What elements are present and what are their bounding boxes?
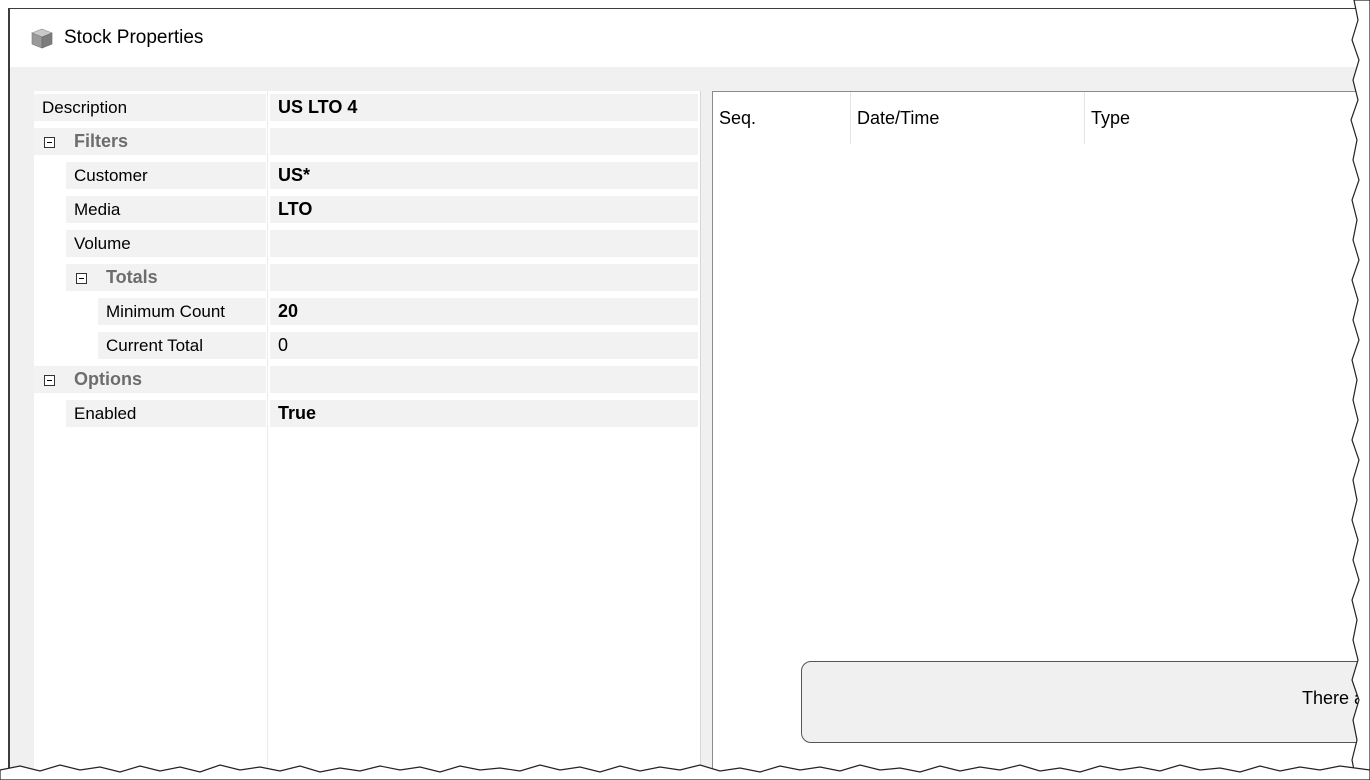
property-row-media[interactable]: Media LTO <box>34 193 698 223</box>
property-name: Media <box>66 196 266 223</box>
collapse-icon[interactable] <box>76 273 87 284</box>
column-header-type[interactable]: Type <box>1085 92 1360 144</box>
property-row-customer[interactable]: Customer US* <box>34 159 698 189</box>
stock-properties-window: Stock Properties Description US LTO 4 Fi… <box>8 8 1360 780</box>
category-row-filters[interactable]: Filters <box>34 125 698 155</box>
property-row-enabled[interactable]: Enabled True <box>34 397 698 427</box>
property-value[interactable]: LTO <box>270 196 698 223</box>
property-name: Volume <box>66 230 266 257</box>
category-label-options: Options <box>74 369 142 389</box>
property-name: Current Total <box>98 332 266 359</box>
collapse-icon[interactable] <box>44 375 55 386</box>
property-value[interactable]: US LTO 4 <box>270 94 698 121</box>
collapse-icon[interactable] <box>44 137 55 148</box>
column-header-seq[interactable]: Seq. <box>713 92 851 144</box>
history-list[interactable]: Seq. Date/Time Type There are <box>712 91 1360 780</box>
empty-list-message: There are <box>1302 688 1360 708</box>
stock-box-icon <box>31 28 53 49</box>
category-row-totals[interactable]: Totals <box>34 261 698 291</box>
list-header: Seq. Date/Time Type <box>713 92 1360 144</box>
property-row-description[interactable]: Description US LTO 4 <box>34 91 698 121</box>
property-name: Enabled <box>66 400 266 427</box>
property-grid[interactable]: Description US LTO 4 Filters Customer US… <box>34 91 701 780</box>
property-row-current-total[interactable]: Current Total 0 <box>34 329 698 359</box>
property-name: Customer <box>66 162 266 189</box>
property-value[interactable]: 0 <box>270 332 698 359</box>
category-value-empty <box>270 264 698 291</box>
property-row-volume[interactable]: Volume <box>34 227 698 257</box>
category-label-totals: Totals <box>106 267 158 287</box>
property-value[interactable] <box>270 230 698 257</box>
category-row-options[interactable]: Options <box>34 363 698 393</box>
property-row-minimum-count[interactable]: Minimum Count 20 <box>34 295 698 325</box>
category-value-empty <box>270 128 698 155</box>
category-label-filters: Filters <box>74 131 129 151</box>
title-bar: Stock Properties <box>10 9 1360 67</box>
property-value[interactable]: 20 <box>270 298 698 325</box>
property-name: Description <box>34 94 266 121</box>
empty-list-message-box: There are <box>801 661 1360 743</box>
property-value[interactable]: US* <box>270 162 698 189</box>
category-value-empty <box>270 366 698 393</box>
window-title: Stock Properties <box>64 27 204 48</box>
column-header-datetime[interactable]: Date/Time <box>851 92 1085 144</box>
property-name: Minimum Count <box>98 298 266 325</box>
property-value[interactable]: True <box>270 400 698 427</box>
